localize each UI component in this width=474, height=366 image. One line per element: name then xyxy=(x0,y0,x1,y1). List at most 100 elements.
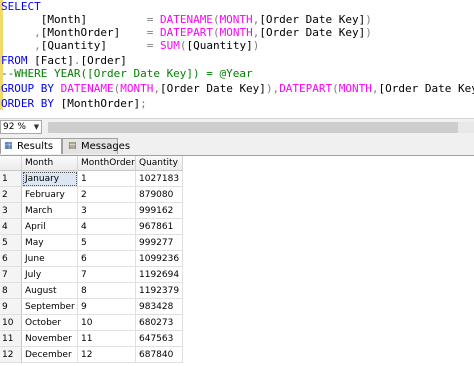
table-row[interactable]: 2 February 2 879080 xyxy=(0,187,183,203)
table-row[interactable]: 10 October 10 680273 xyxy=(0,315,183,331)
cell-quantity[interactable]: 1099236 xyxy=(136,251,183,267)
code-token: SUM xyxy=(159,39,180,52)
zoom-strip: 92 % ▼ xyxy=(0,118,474,137)
row-number-header[interactable] xyxy=(0,156,22,170)
cell-monthorder[interactable]: 1 xyxy=(78,171,136,187)
cell-quantity[interactable]: 1192694 xyxy=(136,267,183,283)
cell-monthorder[interactable]: 8 xyxy=(78,283,136,299)
tab-messages[interactable]: ▤ Messages xyxy=(62,138,130,154)
cell-month[interactable]: May xyxy=(22,235,78,251)
cell-monthorder[interactable]: 12 xyxy=(78,347,136,363)
code-token: SELECT xyxy=(1,0,41,13)
row-number[interactable]: 11 xyxy=(0,331,22,347)
cell-monthorder[interactable]: 5 xyxy=(78,235,136,251)
grid-header: Month MonthOrder Quantity xyxy=(0,156,183,171)
cell-monthorder[interactable]: 6 xyxy=(78,251,136,267)
cell-quantity[interactable]: 999277 xyxy=(136,235,183,251)
row-number[interactable]: 4 xyxy=(0,219,22,235)
grid-icon: ▦ xyxy=(4,141,13,151)
cell-quantity[interactable]: 999162 xyxy=(136,203,183,219)
table-row[interactable]: 8 August 8 1192379 xyxy=(0,283,183,299)
cell-month[interactable]: September xyxy=(22,299,78,315)
cell-monthorder[interactable]: 9 xyxy=(78,299,136,315)
table-row[interactable]: 7 July 7 1192694 xyxy=(0,267,183,283)
cell-monthorder[interactable]: 4 xyxy=(78,219,136,235)
cell-monthorder[interactable]: 11 xyxy=(78,331,136,347)
tab-results[interactable]: ▦ Results xyxy=(0,138,62,154)
row-number[interactable]: 3 xyxy=(0,203,22,219)
cell-month[interactable]: February xyxy=(22,187,78,203)
code-line: ,[MonthOrder] = DATEPART(MONTH,[Order Da… xyxy=(1,27,372,39)
cell-month[interactable]: June xyxy=(22,251,78,267)
column-header-quantity[interactable]: Quantity xyxy=(136,156,183,170)
row-number[interactable]: 8 xyxy=(0,283,22,299)
code-token: , xyxy=(371,82,379,95)
cell-monthorder[interactable]: 2 xyxy=(78,187,136,203)
code-token: MONTH xyxy=(120,82,154,95)
cell-monthorder[interactable]: 3 xyxy=(78,203,136,219)
code-token: ORDER BY xyxy=(1,97,61,110)
code-token: GROUP BY xyxy=(1,82,61,95)
cell-quantity[interactable]: 967861 xyxy=(136,219,183,235)
code-token: [Order Date Key] xyxy=(259,13,366,26)
table-row[interactable]: 4 April 4 967861 xyxy=(0,219,183,235)
scrollbar-thumb[interactable] xyxy=(48,122,458,133)
cell-quantity[interactable]: 647563 xyxy=(136,331,183,347)
code-line: [Month] = DATENAME(MONTH,[Order Date Key… xyxy=(1,14,372,26)
cell-quantity[interactable]: 983428 xyxy=(136,299,183,315)
code-token: = xyxy=(146,39,160,52)
row-number[interactable]: 2 xyxy=(0,187,22,203)
code-token: ) xyxy=(365,26,372,39)
row-number[interactable]: 7 xyxy=(0,267,22,283)
code-token: , xyxy=(153,82,160,95)
cell-month[interactable]: December xyxy=(22,347,78,363)
results-grid[interactable]: Month MonthOrder Quantity 1 January 1 10271… xyxy=(0,156,474,366)
table-row[interactable]: 1 January 1 1027183 xyxy=(0,171,183,187)
row-number[interactable]: 9 xyxy=(0,299,22,315)
cell-month[interactable]: August xyxy=(22,283,78,299)
dropdown-caret-icon[interactable]: ▼ xyxy=(32,121,41,133)
cell-month[interactable]: April xyxy=(22,219,78,235)
row-number[interactable]: 6 xyxy=(0,251,22,267)
cell-quantity[interactable]: 1192379 xyxy=(136,283,183,299)
code-line: --WHERE YEAR([Order Date Key]) = @Year xyxy=(1,68,253,80)
table-row[interactable]: 6 June 6 1099236 xyxy=(0,251,183,267)
table-row[interactable]: 5 May 5 999277 xyxy=(0,235,183,251)
code-token: ), xyxy=(265,82,280,95)
table-row[interactable]: 11 November 11 647563 xyxy=(0,331,183,347)
row-number[interactable]: 1 xyxy=(0,171,22,187)
table-row[interactable]: 12 December 12 687840 xyxy=(0,347,183,363)
row-number[interactable]: 10 xyxy=(0,315,22,331)
cell-month[interactable]: October xyxy=(22,315,78,331)
cell-month[interactable]: July xyxy=(22,267,78,283)
cell-month[interactable]: January xyxy=(22,171,78,187)
code-token: [Order] xyxy=(80,54,127,67)
table-row[interactable]: 9 September 9 983428 xyxy=(0,299,183,315)
row-number[interactable]: 5 xyxy=(0,235,22,251)
code-token: = xyxy=(146,26,160,39)
results-tab-bar: ▦ Results ▤ Messages xyxy=(0,136,474,156)
zoom-combobox[interactable]: 92 % ▼ xyxy=(0,120,42,134)
code-token: [Month] xyxy=(1,13,147,26)
sql-editor[interactable]: SELECT [Month] = DATENAME(MONTH,[Order D… xyxy=(0,0,474,118)
cell-quantity[interactable]: 879080 xyxy=(136,187,183,203)
table-row[interactable]: 3 March 3 999162 xyxy=(0,203,183,219)
row-number[interactable]: 12 xyxy=(0,347,22,363)
code-token: [Quantity] xyxy=(186,39,253,52)
code-token: DATENAME xyxy=(159,13,213,26)
tab-messages-label: Messages xyxy=(81,141,131,152)
code-token: ; xyxy=(140,97,147,110)
column-header-monthorder[interactable]: MonthOrder xyxy=(78,156,136,170)
editor-horizontal-scrollbar[interactable] xyxy=(48,122,474,133)
zoom-value: 92 % xyxy=(3,122,26,132)
cell-quantity[interactable]: 687840 xyxy=(136,347,183,363)
cell-quantity[interactable]: 680273 xyxy=(136,315,183,331)
cell-month[interactable]: March xyxy=(22,203,78,219)
cell-monthorder[interactable]: 7 xyxy=(78,267,136,283)
code-token: DATENAME xyxy=(60,82,114,95)
cell-monthorder[interactable]: 10 xyxy=(78,315,136,331)
cell-month[interactable]: November xyxy=(22,331,78,347)
column-header-month[interactable]: Month xyxy=(22,156,78,170)
cell-quantity[interactable]: 1027183 xyxy=(136,171,183,187)
